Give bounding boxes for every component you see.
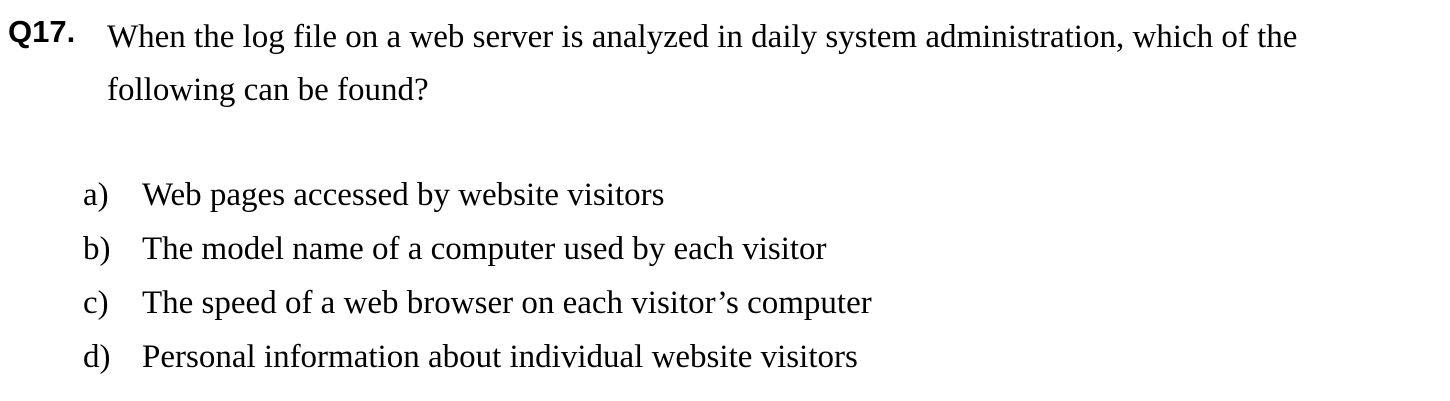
option-c: c) The speed of a web browser on each vi…: [83, 276, 872, 330]
option-letter: c): [83, 285, 109, 321]
option-a: a) Web pages accessed by website visitor…: [83, 168, 872, 222]
question-number: Q17.: [8, 14, 76, 49]
option-d: d) Personal information about individual…: [83, 330, 872, 384]
option-text: The model name of a computer used by eac…: [142, 231, 827, 267]
answer-options: a) Web pages accessed by website visitor…: [83, 168, 872, 384]
option-text: The speed of a web browser on each visit…: [142, 285, 872, 321]
option-letter: d): [83, 339, 111, 375]
option-text: Web pages accessed by website visitors: [142, 177, 665, 213]
option-b: b) The model name of a computer used by …: [83, 222, 872, 276]
option-letter: b): [83, 231, 111, 267]
question-text: When the log file on a web server is ana…: [107, 19, 1298, 108]
option-letter: a): [83, 177, 109, 213]
option-text: Personal information about individual we…: [142, 339, 858, 375]
